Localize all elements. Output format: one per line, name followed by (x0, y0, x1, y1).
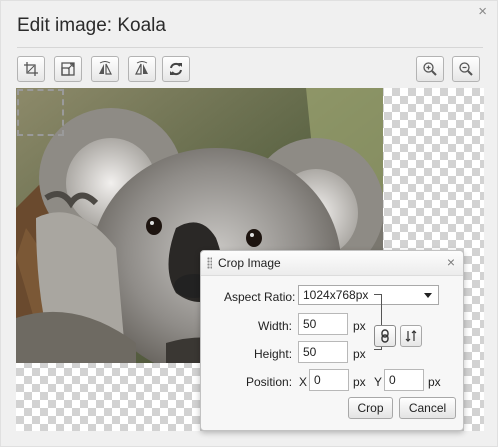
flip-horizontal-icon (99, 61, 112, 75)
swap-dimensions-button[interactable] (400, 325, 422, 347)
position-x-unit: px (353, 375, 366, 389)
position-y-unit: px (428, 375, 441, 389)
position-y-input[interactable] (384, 369, 424, 391)
flip-vertical-icon (135, 61, 148, 75)
crop-tool-button[interactable] (17, 56, 45, 82)
zoom-in-icon (423, 62, 437, 76)
crop-selection-box[interactable] (17, 89, 64, 136)
crop-icon (24, 62, 38, 76)
drag-grip-icon[interactable] (207, 257, 212, 269)
zoom-out-icon (459, 62, 473, 76)
width-label: Width: (258, 319, 293, 333)
aspect-ratio-value: 1024x768px (303, 288, 369, 302)
height-label: Height: (254, 347, 293, 361)
aspect-ratio-label: Aspect Ratio: (224, 290, 296, 304)
resize-tool-button[interactable] (54, 56, 82, 82)
position-y-label: Y (374, 375, 383, 389)
flip-horizontal-button[interactable] (91, 56, 119, 82)
aspect-ratio-select[interactable]: 1024x768px (298, 285, 439, 305)
dialog-close-button[interactable]: × (478, 4, 487, 19)
lock-proportions-button[interactable] (374, 325, 396, 347)
position-x-label: X (299, 375, 308, 389)
cancel-button[interactable]: Cancel (399, 397, 456, 419)
link-icon (381, 329, 389, 343)
width-unit: px (353, 319, 366, 333)
edit-image-dialog: Edit image: Koala × Crop Image × Aspect … (0, 0, 498, 447)
zoom-in-button[interactable] (416, 56, 444, 82)
rotate-icon (170, 62, 182, 76)
title-divider (17, 47, 483, 48)
crop-button[interactable]: Crop (348, 397, 393, 419)
crop-panel-header[interactable]: Crop Image × (201, 251, 463, 276)
dropdown-arrow-icon (424, 293, 432, 298)
position-label: Position: (246, 375, 293, 389)
zoom-out-button[interactable] (452, 56, 480, 82)
dialog-title: Edit image: Koala (17, 15, 166, 36)
resize-icon (61, 62, 75, 76)
crop-image-panel: Crop Image × Aspect Ratio: 1024x768px Wi… (200, 250, 464, 431)
height-unit: px (353, 347, 366, 361)
height-input[interactable] (298, 341, 348, 363)
swap-arrows-icon (405, 330, 417, 342)
width-input[interactable] (298, 313, 348, 335)
position-x-input[interactable] (309, 369, 349, 391)
crop-panel-title: Crop Image (218, 256, 281, 270)
crop-panel-close-button[interactable]: × (447, 254, 455, 270)
flip-vertical-button[interactable] (128, 56, 156, 82)
rotate-button[interactable] (162, 56, 190, 82)
